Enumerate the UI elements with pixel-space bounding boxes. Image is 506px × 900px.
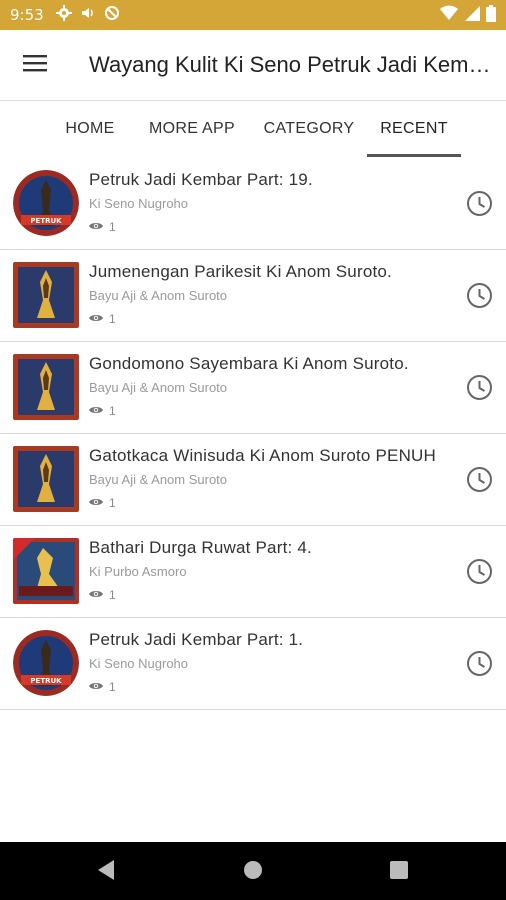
app-bar: Wayang Kulit Ki Seno Petruk Jadi Kembar	[0, 30, 506, 101]
eye-icon	[89, 496, 103, 510]
item-views: 1	[89, 404, 116, 418]
history-button[interactable]	[466, 650, 493, 677]
recents-button[interactable]	[390, 861, 408, 883]
list-item[interactable]: Jumenengan Parikesit Ki Anom Suroto. Bay…	[0, 250, 506, 342]
view-count: 1	[109, 312, 116, 326]
history-button[interactable]	[466, 374, 493, 401]
item-artist: Bayu Aji & Anom Suroto	[89, 288, 228, 303]
item-views: 1	[89, 220, 116, 234]
episode-thumbnail: PETRUK	[13, 170, 79, 236]
list-item[interactable]: Bathari Durga Ruwat Part: 4. Ki Purbo As…	[0, 526, 506, 618]
app-title: Wayang Kulit Ki Seno Petruk Jadi Kembar	[89, 52, 499, 77]
tab-bar: HOME MORE APP CATEGORY RECENT	[0, 101, 506, 157]
item-title: Jumenengan Parikesit Ki Anom Suroto.	[89, 262, 392, 281]
clock-icon	[466, 375, 493, 405]
item-artist: Bayu Aji & Anom Suroto	[89, 472, 228, 487]
tab-recent[interactable]: RECENT	[367, 101, 461, 157]
system-nav-bar	[0, 842, 506, 900]
item-artist: Ki Purbo Asmoro	[89, 564, 187, 579]
active-tab-indicator	[367, 154, 461, 157]
item-artist: Ki Seno Nugroho	[89, 656, 189, 671]
hamburger-menu-icon	[23, 54, 47, 76]
home-icon	[243, 861, 263, 884]
list-item[interactable]: Gondomono Sayembara Ki Anom Suroto. Bayu…	[0, 342, 506, 434]
recents-icon	[390, 861, 408, 883]
episode-thumbnail: PETRUK	[13, 630, 79, 696]
home-button[interactable]	[243, 860, 263, 884]
tab-home[interactable]: HOME	[50, 101, 130, 157]
view-count: 1	[109, 588, 116, 602]
eye-icon	[89, 312, 103, 326]
eye-icon	[89, 588, 103, 602]
gear-icon	[55, 5, 72, 25]
svg-text:PETRUK: PETRUK	[30, 677, 62, 685]
clock-icon	[466, 191, 493, 221]
history-button[interactable]	[466, 558, 493, 585]
clock-icon	[466, 467, 493, 497]
eye-icon	[89, 404, 103, 418]
item-artist: Ki Seno Nugroho	[89, 196, 189, 211]
status-bar: 9:53	[0, 0, 506, 30]
history-button[interactable]	[466, 466, 493, 493]
view-count: 1	[109, 496, 116, 510]
status-time: 9:53	[10, 6, 44, 24]
item-artist: Bayu Aji & Anom Suroto	[89, 380, 228, 395]
tab-more-app[interactable]: MORE APP	[140, 101, 244, 157]
volume-icon	[80, 5, 96, 25]
clock-icon	[466, 559, 493, 589]
item-title: Gondomono Sayembara Ki Anom Suroto.	[89, 354, 409, 373]
wifi-icon	[440, 5, 458, 25]
recent-list: PETRUK Petruk Jadi Kembar Part: 19. Ki S…	[0, 158, 506, 710]
view-count: 1	[109, 220, 116, 234]
item-views: 1	[89, 496, 116, 510]
eye-icon	[89, 220, 103, 234]
item-views: 1	[89, 588, 116, 602]
history-button[interactable]	[466, 190, 493, 217]
blocked-icon	[104, 5, 120, 25]
svg-text:PETRUK: PETRUK	[30, 217, 62, 225]
tab-category[interactable]: CATEGORY	[256, 101, 362, 157]
view-count: 1	[109, 680, 116, 694]
episode-thumbnail	[13, 538, 79, 604]
item-title: Petruk Jadi Kembar Part: 1.	[89, 630, 304, 649]
item-views: 1	[89, 680, 116, 694]
list-item[interactable]: PETRUK Petruk Jadi Kembar Part: 1. Ki Se…	[0, 618, 506, 710]
back-icon	[96, 860, 116, 885]
history-button[interactable]	[466, 282, 493, 309]
menu-button[interactable]	[0, 30, 70, 100]
item-title: Petruk Jadi Kembar Part: 19.	[89, 170, 313, 189]
clock-icon	[466, 651, 493, 681]
item-title: Bathari Durga Ruwat Part: 4.	[89, 538, 312, 557]
back-button[interactable]	[96, 859, 116, 885]
episode-thumbnail	[13, 262, 79, 328]
episode-thumbnail	[13, 446, 79, 512]
item-views: 1	[89, 312, 116, 326]
clock-icon	[466, 283, 493, 313]
battery-icon	[486, 4, 496, 26]
signal-icon	[464, 5, 480, 25]
item-title: Gatotkaca Winisuda Ki Anom Suroto PENUH	[89, 446, 437, 465]
view-count: 1	[109, 404, 116, 418]
list-item[interactable]: PETRUK Petruk Jadi Kembar Part: 19. Ki S…	[0, 158, 506, 250]
list-item[interactable]: Gatotkaca Winisuda Ki Anom Suroto PENUH …	[0, 434, 506, 526]
episode-thumbnail	[13, 354, 79, 420]
eye-icon	[89, 680, 103, 694]
